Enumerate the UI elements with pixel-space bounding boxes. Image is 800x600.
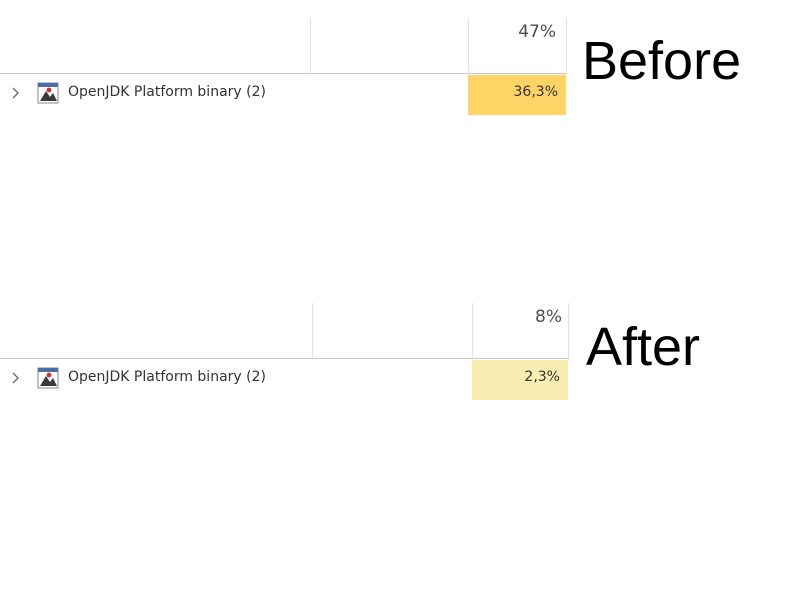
before-label: Before	[582, 31, 742, 91]
process-row[interactable]: OpenJDK Platform binary (2) 2,3%	[0, 360, 569, 400]
process-name: OpenJDK Platform binary (2)	[68, 84, 266, 100]
cpu-usage-cell: 2,3%	[472, 360, 568, 400]
cpu-usage-value: 36,3%	[513, 84, 558, 100]
column-divider	[566, 18, 567, 74]
java-app-icon	[37, 82, 59, 104]
cpu-usage-value: 2,3%	[524, 369, 560, 385]
column-divider	[312, 303, 313, 359]
chevron-right-icon[interactable]	[11, 86, 21, 100]
column-divider	[568, 303, 569, 359]
process-name: OpenJDK Platform binary (2)	[68, 369, 266, 385]
cpu-column-header[interactable]: 8%	[472, 307, 562, 327]
header-separator	[0, 73, 567, 74]
chevron-right-icon[interactable]	[11, 371, 21, 385]
cpu-column-header[interactable]: 47%	[468, 22, 556, 42]
java-app-icon	[37, 367, 59, 389]
process-row[interactable]: OpenJDK Platform binary (2) 36,3%	[0, 75, 567, 115]
after-label: After	[586, 317, 701, 377]
column-divider	[310, 18, 311, 74]
header-separator	[0, 358, 569, 359]
cpu-usage-cell: 36,3%	[468, 75, 566, 115]
